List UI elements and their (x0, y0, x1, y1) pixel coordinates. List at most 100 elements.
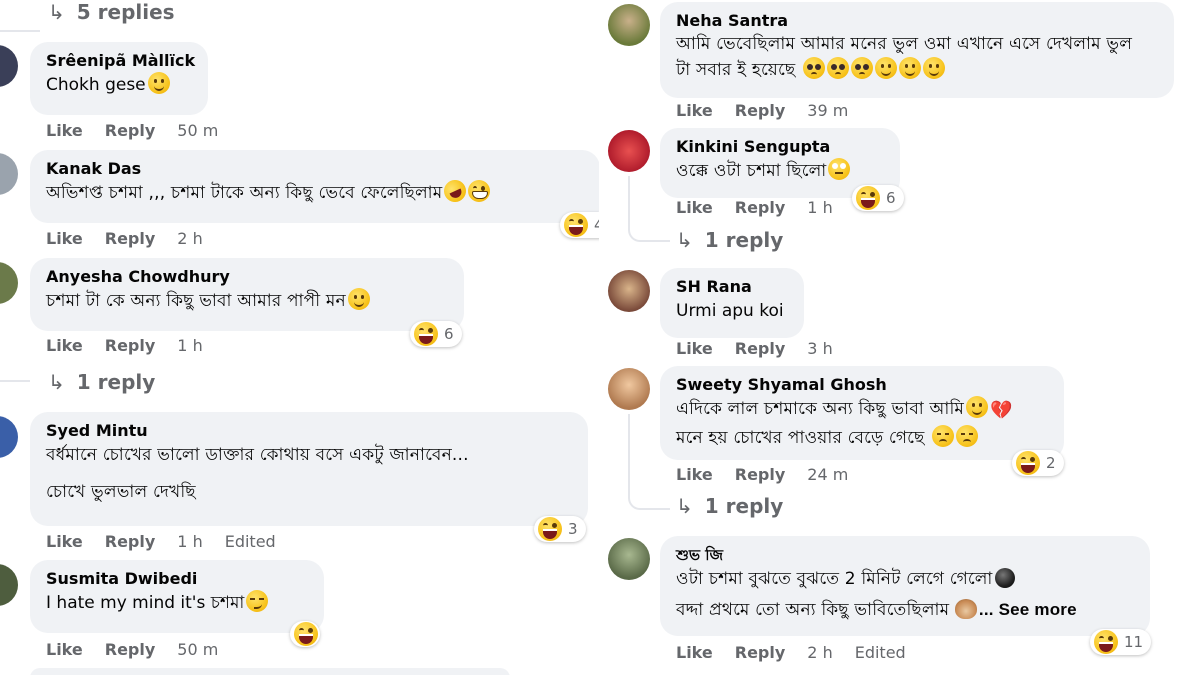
reaction-summary[interactable]: 2 (1012, 450, 1064, 476)
avatar[interactable] (608, 130, 650, 172)
replies-count: 1 reply (76, 370, 156, 394)
left-comment-column: ↳ 5 replies Srêenipã Màllïck Chokh gese L… (0, 0, 600, 675)
comment-actions: Like Reply 50 m (46, 121, 240, 140)
comment-text: চোখে ভুলভাল দেখছি (46, 482, 196, 502)
smile-emoji-icon (966, 396, 989, 418)
like-button[interactable]: Like (46, 336, 83, 355)
comment-bubble: শুভ জি ওটা চশমা বুঝতে বুঝতে 2 মিনিট লেগে… (660, 536, 1150, 636)
avatar[interactable] (608, 368, 650, 410)
avatar[interactable] (608, 270, 650, 312)
right-comment-column: Neha Santra আমি ভেবেছিলাম আমার মনের ভুল … (600, 0, 1200, 675)
timestamp[interactable]: 24 m (807, 465, 848, 484)
comment-actions: Like Reply 1 h (46, 336, 225, 355)
reply-button[interactable]: Reply (105, 121, 156, 140)
commenter-name[interactable]: Kinkini Sengupta (676, 136, 888, 158)
timestamp[interactable]: 1 h (177, 336, 202, 355)
like-button[interactable]: Like (676, 339, 713, 358)
like-button[interactable]: Like (676, 101, 713, 120)
reaction-summary[interactable]: 11 (1090, 629, 1152, 655)
reply-button[interactable]: Reply (735, 198, 786, 217)
timestamp[interactable]: 50 m (177, 121, 218, 140)
like-button[interactable]: Like (676, 465, 713, 484)
like-button[interactable]: Like (46, 121, 83, 140)
comment-bubble: Susmita Dwibedi I hate my mind it's চশমা (30, 560, 324, 633)
reaction-count: 6 (886, 189, 896, 207)
like-button[interactable]: Like (676, 643, 713, 662)
timestamp[interactable]: 1 h (177, 532, 202, 551)
comment-bubble: Neha Santra আমি ভেবেছিলাম আমার মনের ভুল … (660, 2, 1174, 98)
comment-bubble: Anyesha Chowdhury চশমা টা কে অন্য কিছু ভ… (30, 258, 464, 331)
commenter-name[interactable]: Kanak Das (46, 158, 588, 180)
see-no-evil-monkey-icon (954, 599, 977, 619)
commenter-name[interactable]: শুভ জি (676, 544, 1138, 566)
comment-actions: Like Reply 2 h (46, 229, 225, 248)
smile-emoji-icon (147, 72, 170, 94)
smile-emoji-icon (922, 57, 945, 79)
comment-actions: Like Reply 39 m (676, 101, 870, 120)
reply-button[interactable]: Reply (735, 101, 786, 120)
like-button[interactable]: Like (46, 640, 83, 659)
comment-actions: Like Reply 24 m (676, 465, 870, 484)
avatar[interactable] (608, 4, 650, 46)
avatar[interactable] (0, 262, 18, 304)
pleading-emoji-icon (802, 57, 825, 79)
timestamp[interactable]: 2 h (807, 643, 832, 662)
reply-button[interactable]: Reply (735, 643, 786, 662)
comment-bubble: Sweety Shyamal Ghosh এদিকে লাল চশমাকে অন… (660, 366, 1064, 460)
comment-bubble: SH Rana Urmi apu koi (660, 268, 804, 338)
view-replies-link[interactable]: ↳ 1 reply (676, 494, 783, 518)
comment-actions: Like Reply 1 h (676, 198, 855, 217)
like-button[interactable]: Like (46, 229, 83, 248)
timestamp[interactable]: 50 m (177, 640, 218, 659)
view-replies-link[interactable]: ↳ 1 reply (48, 370, 155, 394)
reply-button[interactable]: Reply (105, 532, 156, 551)
view-replies-link[interactable]: ↳ 1 reply (676, 228, 783, 252)
reply-button[interactable]: Reply (105, 229, 156, 248)
reply-button[interactable]: Reply (735, 339, 786, 358)
reaction-summary[interactable]: 3 (534, 516, 586, 542)
avatar[interactable] (0, 153, 18, 195)
replies-count: 5 replies (76, 0, 175, 24)
avatar[interactable] (0, 564, 18, 606)
avatar[interactable] (0, 45, 18, 87)
eye-roll-emoji-icon (828, 158, 851, 180)
pensive-emoji-icon (956, 425, 979, 447)
like-button[interactable]: Like (46, 532, 83, 551)
commenter-name[interactable]: Srêenipã Màllïck (46, 50, 196, 72)
commenter-name[interactable]: Sweety Shyamal Ghosh (676, 374, 1052, 396)
avatar[interactable] (0, 416, 18, 458)
comment-text: বর্ধমানে চোখের ভালো ডাক্তার কোথায় বসে এ… (46, 445, 469, 465)
commenter-name[interactable]: Anyesha Chowdhury (46, 266, 452, 288)
avatar[interactable] (608, 538, 650, 580)
smile-emoji-icon (898, 57, 921, 79)
reaction-summary[interactable]: 6 (852, 185, 904, 211)
reaction-summary[interactable]: 6 (410, 321, 462, 347)
grin-emoji-icon (468, 180, 491, 202)
reaction-summary[interactable]: 4 (560, 212, 600, 238)
reaction-summary[interactable] (290, 621, 320, 647)
comment-bubble: Kanak Das অভিশপ্ত চশমা ,,, চশমা টাকে অন্… (30, 150, 600, 223)
comment-actions: Like Reply 2 h Edited (676, 643, 906, 662)
commenter-name[interactable]: SH Rana (676, 276, 792, 298)
commenter-name[interactable]: Neha Santra (676, 10, 1162, 32)
timestamp[interactable]: 2 h (177, 229, 202, 248)
reply-button[interactable]: Reply (735, 465, 786, 484)
timestamp[interactable]: 1 h (807, 198, 832, 217)
reply-button[interactable]: Reply (105, 640, 156, 659)
see-more-link[interactable]: ... See more (979, 600, 1077, 619)
comment-text: চশমা টা কে অন্য কিছু ভাবা আমার পাপী মন (46, 288, 452, 315)
reply-button[interactable]: Reply (105, 336, 156, 355)
pleading-emoji-icon (850, 57, 873, 79)
like-button[interactable]: Like (676, 198, 713, 217)
comment-text: ওক্কে ওটা চশমা ছিলো (676, 158, 888, 185)
view-replies-link[interactable]: ↳ 5 replies (48, 0, 175, 24)
reply-arrow-icon: ↳ (48, 0, 65, 24)
comment-text: ওটা চশমা বুঝতে বুঝতে 2 মিনিট লেগে গেলো (676, 566, 1138, 592)
haha-reaction-icon (856, 186, 880, 210)
timestamp[interactable]: 39 m (807, 101, 848, 120)
reaction-count: 3 (568, 520, 578, 538)
commenter-name[interactable]: Susmita Dwibedi (46, 568, 312, 590)
reply-arrow-icon: ↳ (48, 370, 65, 394)
timestamp[interactable]: 3 h (807, 339, 832, 358)
commenter-name[interactable]: Syed Mintu (46, 420, 576, 442)
